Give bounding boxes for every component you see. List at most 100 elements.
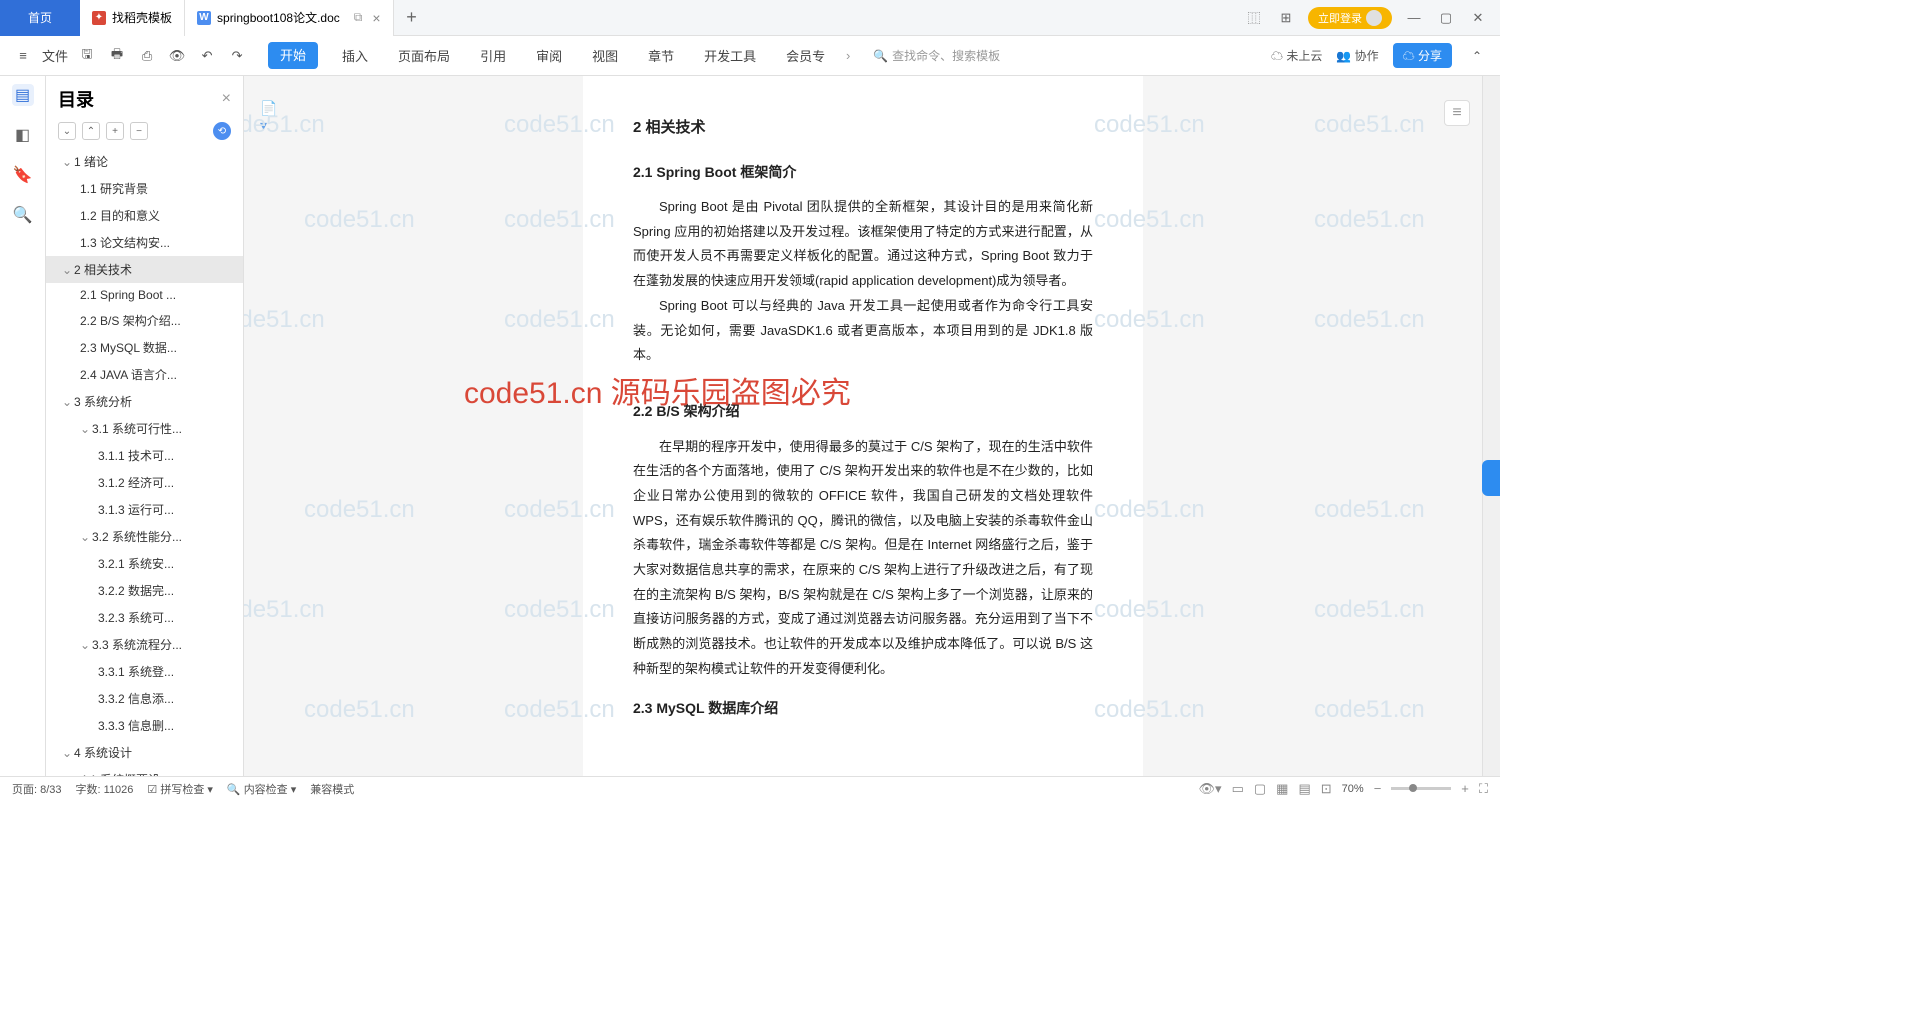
outline-item[interactable]: 1.3 论文结构安... xyxy=(46,229,243,256)
doc-margin-icon[interactable]: 📄▾ xyxy=(260,100,280,120)
content-check[interactable]: 🔍 内容检查 ▾ xyxy=(227,781,296,797)
menu-review[interactable]: 审阅 xyxy=(530,42,568,69)
popout-icon[interactable]: ⧉ xyxy=(354,10,363,25)
view-web-icon[interactable]: ▦ xyxy=(1276,781,1288,797)
menu-view[interactable]: 视图 xyxy=(586,42,624,69)
outline-tree: ⌄1 绪论1.1 研究背景1.2 目的和意义1.3 论文结构安...⌄2 相关技… xyxy=(46,148,243,776)
view-eye-icon[interactable]: 👁▾ xyxy=(1199,781,1222,797)
add-icon[interactable]: + xyxy=(106,122,124,140)
outline-item[interactable]: 3.1.1 技术可... xyxy=(46,442,243,469)
tab-template[interactable]: ✦找稻壳模板 xyxy=(80,0,185,36)
compat-mode[interactable]: 兼容模式 xyxy=(310,781,354,797)
close-icon[interactable]: × xyxy=(372,10,380,26)
spell-check[interactable]: ☑ 拼写检查 ▾ xyxy=(147,781,213,797)
outline-item[interactable]: 2.1 Spring Boot ... xyxy=(46,283,243,307)
login-button[interactable]: 立即登录 xyxy=(1308,7,1392,29)
view-read-icon[interactable]: ▭ xyxy=(1232,781,1244,797)
document-page[interactable]: 2 相关技术 2.1 Spring Boot 框架简介 Spring Boot … xyxy=(583,76,1143,776)
outline-item[interactable]: ⌄2 相关技术 xyxy=(46,256,243,283)
outline-item[interactable]: 2.2 B/S 架构介绍... xyxy=(46,307,243,334)
menu-reference[interactable]: 引用 xyxy=(474,42,512,69)
print-preview-icon[interactable]: ⎙ xyxy=(136,45,158,67)
outline-item[interactable]: ⌄3.2 系统性能分... xyxy=(46,523,243,550)
outline-item[interactable]: 3.3.3 信息删... xyxy=(46,712,243,739)
outline-item[interactable]: 3.3.1 系统登... xyxy=(46,658,243,685)
tab-home[interactable]: 首页 xyxy=(0,0,80,36)
document-area[interactable]: code51.cn code51.cn code51.cn code51.cn … xyxy=(244,76,1482,776)
view-page-icon[interactable]: ▢ xyxy=(1254,781,1266,797)
save-icon[interactable]: 🖫 xyxy=(76,45,98,67)
bookmark-icon[interactable]: 🔖 xyxy=(12,164,34,186)
outline-item[interactable]: 3.2.3 系统可... xyxy=(46,604,243,631)
outline-item[interactable]: ⌄3 系统分析 xyxy=(46,388,243,415)
outline-item[interactable]: 2.4 JAVA 语言介... xyxy=(46,361,243,388)
remove-icon[interactable]: − xyxy=(130,122,148,140)
share-button[interactable]: ☁ 分享 xyxy=(1393,43,1452,68)
outline-close-icon[interactable]: × xyxy=(222,90,231,108)
minimize-icon[interactable]: ― xyxy=(1404,8,1424,28)
outline-item[interactable]: 3.2.1 系统安... xyxy=(46,550,243,577)
watermark: code51.cn xyxy=(244,596,325,624)
zoom-slider[interactable] xyxy=(1391,787,1451,790)
collapse-all-icon[interactable]: ⌄ xyxy=(58,122,76,140)
caret-icon[interactable]: ⌃ xyxy=(1466,45,1488,67)
outline-panel: 目录 × ⌄ ⌃ + − ⟲ ⌄1 绪论1.1 研究背景1.2 目的和意义1.3… xyxy=(46,76,244,776)
word-count[interactable]: 字数: 11026 xyxy=(76,781,134,797)
outline-item[interactable]: 2.3 MySQL 数据... xyxy=(46,334,243,361)
menu-insert[interactable]: 插入 xyxy=(336,42,374,69)
close-window-icon[interactable]: ✕ xyxy=(1468,8,1488,28)
outline-icon[interactable]: ▤ xyxy=(12,84,34,106)
cloud-status[interactable]: ☁ 未上云 xyxy=(1271,47,1322,64)
apps-icon[interactable]: ⊞ xyxy=(1276,8,1296,28)
new-tab-button[interactable]: + xyxy=(394,7,430,28)
outline-item[interactable]: 1.1 研究背景 xyxy=(46,175,243,202)
outline-item[interactable]: ⌄3.1 系统可行性... xyxy=(46,415,243,442)
outline-tools: ⌄ ⌃ + − ⟲ xyxy=(46,122,243,148)
outline-item[interactable]: ⌄3.3 系统流程分... xyxy=(46,631,243,658)
preview-icon[interactable]: 👁 xyxy=(166,45,188,67)
left-sidebar: ▤ ◧ 🔖 🔍 xyxy=(0,76,46,776)
find-icon[interactable]: 🔍 xyxy=(12,204,34,226)
expand-all-icon[interactable]: ⌃ xyxy=(82,122,100,140)
sync-icon[interactable]: ⟲ xyxy=(213,122,231,140)
undo-icon[interactable]: ↶ xyxy=(196,45,218,67)
layout-icon[interactable]: ⿲ xyxy=(1244,8,1264,28)
menu-icon[interactable]: ≡ xyxy=(12,45,34,67)
view-outline-icon[interactable]: ▤ xyxy=(1298,781,1310,797)
print-icon[interactable]: 🖶 xyxy=(106,45,128,67)
paragraph: 在早期的程序开发中，使用得最多的莫过于 C/S 架构了，现在的生活中软件在生活的… xyxy=(633,435,1093,682)
side-handle[interactable] xyxy=(1482,460,1500,496)
outline-item[interactable]: 3.1.3 运行可... xyxy=(46,496,243,523)
thumbnail-icon[interactable]: ◧ xyxy=(12,124,34,146)
menu-chapter[interactable]: 章节 xyxy=(642,42,680,69)
outline-item[interactable]: ⌄1 绪论 xyxy=(46,148,243,175)
menu-start[interactable]: 开始 xyxy=(268,42,318,69)
outline-item[interactable]: ⌄4 系统设计 xyxy=(46,739,243,766)
command-search[interactable]: 🔍查找命令、搜索模板 xyxy=(873,47,1000,64)
search-icon: 🔍 xyxy=(873,49,888,63)
zoom-out-icon[interactable]: − xyxy=(1374,781,1382,796)
menu-devtools[interactable]: 开发工具 xyxy=(698,42,762,69)
maximize-icon[interactable]: ▢ xyxy=(1436,8,1456,28)
outline-item[interactable]: 4.1 系统概要设... xyxy=(46,766,243,776)
zoom-in-icon[interactable]: + xyxy=(1461,781,1469,796)
page-indicator[interactable]: 页面: 8/33 xyxy=(12,781,62,797)
float-menu-icon[interactable]: ≡ xyxy=(1444,100,1470,126)
redo-icon[interactable]: ↷ xyxy=(226,45,248,67)
menu-layout[interactable]: 页面布局 xyxy=(392,42,456,69)
zoom-fit-icon[interactable]: ⊡ xyxy=(1321,781,1332,797)
fullscreen-icon[interactable]: ⛶ xyxy=(1479,781,1488,797)
outline-item[interactable]: 1.2 目的和意义 xyxy=(46,202,243,229)
zoom-level[interactable]: 70% xyxy=(1342,783,1364,795)
watermark: code51.cn xyxy=(304,496,415,524)
right-scrollbar[interactable] xyxy=(1482,76,1500,776)
outline-item[interactable]: 3.3.2 信息添... xyxy=(46,685,243,712)
outline-item[interactable]: 3.2.2 数据完... xyxy=(46,577,243,604)
collab-button[interactable]: 👥 协作 xyxy=(1336,47,1378,64)
toolbar: ≡ 文件 🖫 🖶 ⎙ 👁 ↶ ↷ 开始 插入 页面布局 引用 审阅 视图 章节 … xyxy=(0,36,1500,76)
tab-document[interactable]: Wspringboot108论文.doc⧉× xyxy=(185,0,394,36)
menu-scroll-icon[interactable]: › xyxy=(839,48,857,63)
file-menu[interactable]: 文件 xyxy=(42,46,68,65)
menu-vip[interactable]: 会员专 xyxy=(780,42,831,69)
outline-item[interactable]: 3.1.2 经济可... xyxy=(46,469,243,496)
